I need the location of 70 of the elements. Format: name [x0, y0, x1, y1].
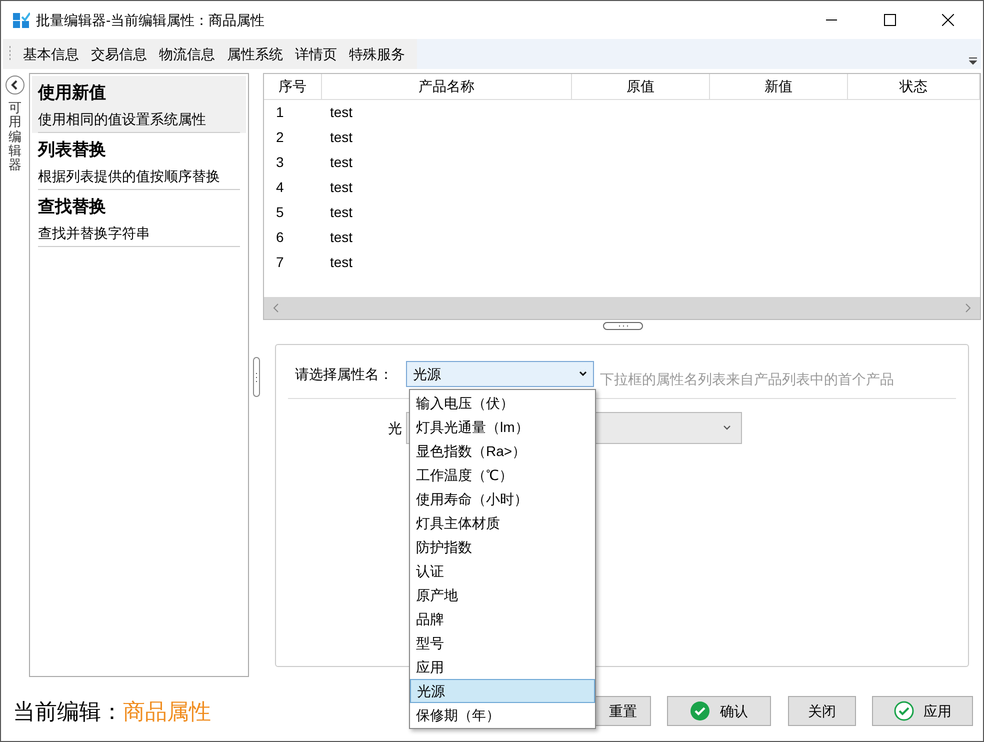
splitter-handle-icon [603, 322, 643, 330]
editor-item[interactable]: 使用新值 使用相同的值设置系统属性 [32, 76, 246, 133]
column-header[interactable]: 产品名称 [322, 74, 572, 100]
toolbar-button[interactable]: 交易信息 [85, 42, 153, 66]
dropdown-option[interactable]: 灯具主体材质 [410, 511, 595, 535]
table-cell-text: 7 [275, 253, 284, 272]
dropdown-option[interactable]: 使用寿命（小时） [410, 487, 595, 511]
editor-description: 查找并替换字符串 [38, 221, 240, 247]
dropdown-option[interactable]: 认证 [410, 559, 595, 583]
toolbar-button[interactable]: 详情页 [289, 42, 343, 66]
column-header[interactable]: 序号 [264, 74, 322, 100]
caret-icon [579, 371, 587, 377]
dropdown-option[interactable]: 品牌 [410, 607, 595, 631]
toolbar-button[interactable]: 物流信息 [153, 42, 221, 66]
dropdown-option[interactable]: 型号 [410, 631, 595, 655]
scroll-left-icon [272, 303, 280, 313]
table-cell-text: 2 [275, 128, 284, 147]
check-icon [894, 701, 914, 721]
column-header[interactable]: 状态 [848, 74, 980, 100]
footer-button[interactable]: 关闭 [788, 696, 856, 726]
overflow-icon [969, 57, 977, 65]
dropdown-option[interactable]: 工作温度（℃） [410, 463, 595, 487]
dropdown-option[interactable]: 应用 [410, 655, 595, 679]
dropdown-option[interactable]: 原产地 [410, 583, 595, 607]
side-panel-label[interactable]: 可用编辑器 [8, 101, 22, 172]
toolbar-button[interactable]: 特殊服务 [343, 42, 411, 66]
dropdown-option[interactable]: 防护指数 [410, 535, 595, 559]
close-icon [942, 14, 954, 26]
dropdown-option[interactable]: 灯具光通量（lm） [410, 415, 595, 439]
table-cell-text: test [329, 153, 353, 172]
splitter-handle-icon [252, 357, 260, 397]
toolbar-button[interactable]: 属性系统 [221, 42, 289, 66]
table-cell-text: test [329, 103, 353, 122]
maximize-icon [884, 14, 896, 26]
editor-title: 列表替换 [38, 139, 107, 162]
table-cell-text: 4 [275, 178, 284, 197]
table-cell-text: 1 [275, 103, 284, 122]
editor-title: 使用新值 [38, 82, 107, 104]
current-edit-value: 商品属性 [123, 698, 211, 726]
collapse-icon [5, 75, 25, 95]
attribute-dropdown[interactable]: 光源 [406, 361, 594, 387]
dropdown-option[interactable]: 光源 [410, 679, 595, 703]
table-cell-text: test [329, 178, 353, 197]
dropdown-option[interactable]: 输入电压（伏） [410, 391, 595, 415]
footer-button[interactable]: 应用 [872, 696, 973, 726]
column-header[interactable]: 原值 [572, 74, 710, 100]
toolbar-button[interactable]: 基本信息 [17, 42, 85, 66]
table-cell-text: test [329, 228, 353, 247]
table-cell-text: test [329, 253, 353, 272]
editor-title: 查找替换 [38, 196, 107, 218]
footer-button[interactable]: 重置 [595, 696, 651, 726]
caret-icon [723, 425, 731, 431]
table-cell-text: 3 [275, 153, 284, 172]
check-icon [690, 701, 710, 721]
window-title: 批量编辑器-当前编辑属性：商品属性 [36, 10, 265, 30]
table-cell-text: test [329, 203, 353, 222]
table-cell-text: 6 [275, 228, 284, 247]
column-header[interactable]: 新值 [710, 74, 848, 100]
current-edit-label: 当前编辑： [13, 698, 123, 726]
dropdown-option[interactable]: 显色指数（Ra>） [410, 439, 595, 463]
hint-text: 下拉框的属性名列表来自产品列表中的首个产品 [600, 370, 894, 388]
dropdown-option[interactable]: 保修期（年） [410, 703, 595, 727]
footer-button[interactable]: 确认 [667, 696, 771, 726]
field-label: 光 [387, 418, 403, 438]
app-icon [13, 12, 30, 28]
scroll-right-icon [964, 303, 972, 313]
table-cell-text: 5 [275, 203, 284, 222]
table-cell-text: test [329, 128, 353, 147]
horizontal-scrollbar[interactable] [264, 297, 980, 319]
field-label: 请选择属性名： [294, 364, 394, 384]
